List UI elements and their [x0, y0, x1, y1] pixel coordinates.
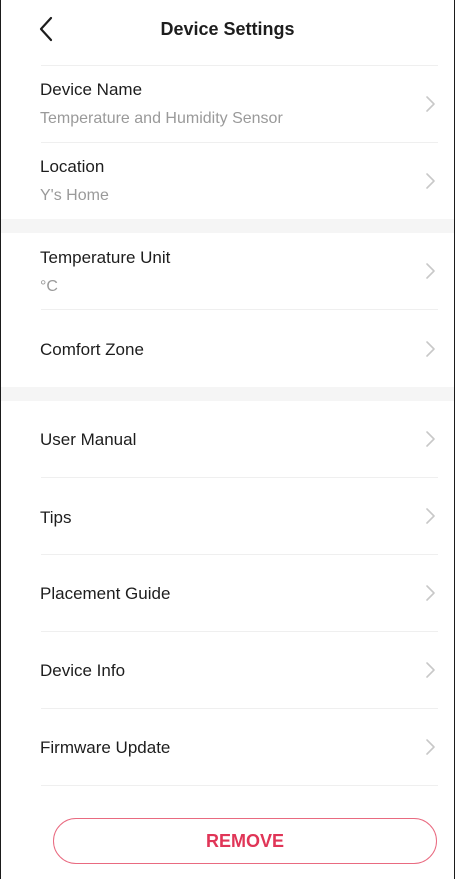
- temperature-unit-label: Temperature Unit: [40, 248, 171, 267]
- location-label: Location: [40, 157, 105, 176]
- remove-button[interactable]: REMOVE: [53, 818, 437, 864]
- user-manual-label: User Manual: [40, 430, 137, 449]
- chevron-right-icon: [426, 263, 435, 279]
- tips-label: Tips: [40, 508, 72, 527]
- divider: [41, 785, 438, 786]
- placement-guide-label: Placement Guide: [40, 584, 171, 603]
- chevron-right-icon: [426, 96, 435, 112]
- firmware-update-row[interactable]: Firmware Update: [1, 709, 454, 785]
- temperature-unit-value: °C: [40, 278, 58, 295]
- device-name-value: Temperature and Humidity Sensor: [40, 110, 283, 127]
- comfort-zone-row[interactable]: Comfort Zone: [1, 310, 454, 387]
- section-separator: [1, 387, 454, 401]
- device-settings-screen: Device Settings Device Name Temperature …: [0, 0, 455, 879]
- chevron-right-icon: [426, 585, 435, 601]
- chevron-right-icon: [426, 508, 435, 524]
- chevron-right-icon: [426, 173, 435, 189]
- device-info-row[interactable]: Device Info: [1, 632, 454, 708]
- chevron-right-icon: [426, 662, 435, 678]
- device-name-label: Device Name: [40, 80, 143, 99]
- header: Device Settings: [1, 0, 454, 62]
- location-value: Y's Home: [40, 187, 109, 204]
- comfort-zone-label: Comfort Zone: [40, 340, 144, 359]
- location-row[interactable]: Location Y's Home: [1, 143, 454, 219]
- chevron-right-icon: [426, 341, 435, 357]
- device-info-label: Device Info: [40, 661, 126, 680]
- section-separator: [1, 219, 454, 233]
- device-name-row[interactable]: Device Name Temperature and Humidity Sen…: [1, 66, 454, 142]
- firmware-update-label: Firmware Update: [40, 738, 171, 757]
- tips-row[interactable]: Tips: [1, 478, 454, 554]
- placement-guide-row[interactable]: Placement Guide: [1, 555, 454, 631]
- chevron-right-icon: [426, 431, 435, 447]
- chevron-right-icon: [426, 739, 435, 755]
- temperature-unit-row[interactable]: Temperature Unit °C: [1, 233, 454, 309]
- user-manual-row[interactable]: User Manual: [1, 401, 454, 477]
- page-title: Device Settings: [160, 19, 295, 39]
